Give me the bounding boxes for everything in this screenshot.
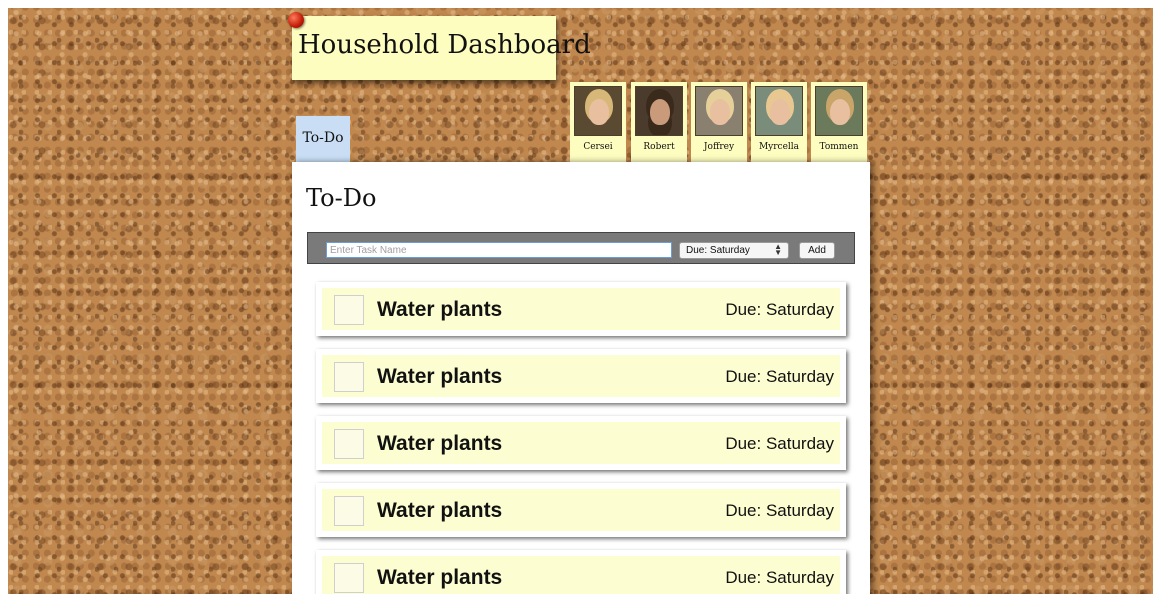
family-tab-myrcella[interactable]: Myrcella (751, 82, 807, 162)
avatar (815, 86, 863, 136)
task-due: Due: Saturday (725, 501, 834, 520)
avatar (695, 86, 743, 136)
family-name: Joffrey (703, 142, 735, 152)
avatar (755, 86, 803, 136)
family-name: Cersei (583, 142, 613, 152)
task-card: Water plants Due: Saturday (316, 282, 846, 336)
avatar-face (770, 99, 790, 125)
family-name: Myrcella (758, 142, 800, 152)
due-day-select[interactable]: Due: Saturday ▲ ▼ (679, 242, 789, 259)
task-name-input[interactable] (326, 242, 672, 258)
family-tab-joffrey[interactable]: Joffrey (691, 82, 747, 162)
task-checkbox[interactable] (334, 295, 364, 325)
task-note: Water plants Due: Saturday (322, 422, 840, 464)
window-frame-top (0, 0, 1153, 8)
tab-todo[interactable]: To-Do (296, 116, 350, 162)
family-tab-cersei[interactable]: Cersei (570, 82, 626, 162)
window-frame-left (0, 0, 8, 594)
tab-todo-label: To-Do (302, 130, 344, 146)
task-name: Water plants (377, 499, 503, 522)
task-due: Due: Saturday (725, 434, 834, 453)
avatar-face (830, 99, 850, 125)
task-name: Water plants (377, 566, 503, 589)
task-due: Due: Saturday (725, 300, 834, 319)
task-name: Water plants (377, 365, 503, 388)
task-card: Water plants Due: Saturday (316, 550, 846, 594)
family-tab-tommen[interactable]: Tommen (811, 82, 867, 162)
due-select-value: Due: Saturday (686, 245, 750, 256)
task-checkbox[interactable] (334, 563, 364, 593)
task-note: Water plants Due: Saturday (322, 288, 840, 330)
task-due: Due: Saturday (725, 367, 834, 386)
family-tab-robert[interactable]: Robert (631, 82, 687, 162)
task-due: Due: Saturday (725, 568, 834, 587)
select-arrows-icon: ▲ ▼ (774, 242, 782, 257)
task-note: Water plants Due: Saturday (322, 556, 840, 594)
task-list: Water plants Due: Saturday Water plants … (316, 282, 846, 594)
task-checkbox[interactable] (334, 362, 364, 392)
task-name: Water plants (377, 432, 503, 455)
task-note: Water plants Due: Saturday (322, 355, 840, 397)
task-card: Water plants Due: Saturday (316, 416, 846, 470)
task-card: Water plants Due: Saturday (316, 349, 846, 403)
title-note: Household Dashboard (288, 12, 591, 80)
avatar-face (710, 99, 730, 125)
avatar-face (589, 99, 609, 125)
task-checkbox[interactable] (334, 496, 364, 526)
add-task-bar: Due: Saturday ▲▼ Add (307, 232, 855, 264)
avatar (574, 86, 622, 136)
panel-title: To-Do (306, 184, 377, 212)
pushpin-icon (288, 12, 304, 28)
task-card: Water plants Due: Saturday (316, 483, 846, 537)
add-task-button[interactable]: Add (799, 242, 835, 259)
task-checkbox[interactable] (334, 429, 364, 459)
todo-panel: To-Do Due: Saturday ▲▼ Add Water plants … (292, 162, 870, 594)
family-name: Tommen (819, 142, 859, 152)
task-name: Water plants (377, 298, 503, 321)
avatar-face (650, 99, 670, 125)
task-note: Water plants Due: Saturday (322, 489, 840, 531)
family-name: Robert (643, 142, 675, 152)
page-title: Household Dashboard (298, 30, 591, 60)
avatar (635, 86, 683, 136)
